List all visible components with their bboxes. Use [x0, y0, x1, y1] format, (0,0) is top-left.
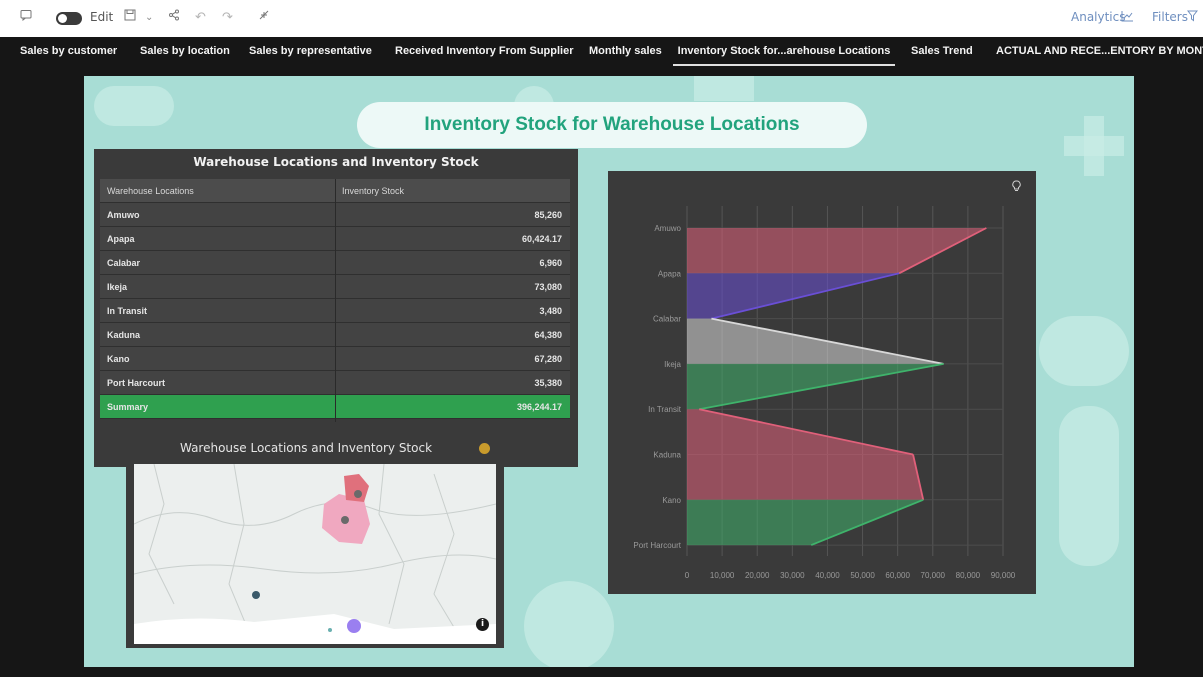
calabar-marker[interactable]	[328, 628, 332, 632]
stock-cell: 85,260	[534, 210, 562, 220]
hand-deco-icon	[1059, 406, 1119, 566]
capsule-deco-icon	[94, 86, 174, 126]
chart-areas	[687, 227, 987, 546]
y-tick-label: In Transit	[648, 405, 682, 414]
x-tick-label: 60,000	[885, 571, 910, 580]
x-tick-label: 40,000	[815, 571, 840, 580]
y-tick-label: Port Harcourt	[633, 541, 681, 550]
port-harcourt-marker[interactable]	[347, 619, 361, 633]
stock-cell: 67,280	[534, 354, 562, 364]
location-cell: Apapa	[107, 234, 135, 244]
redo-icon[interactable]: ↷	[222, 9, 233, 27]
x-tick-label: 70,000	[921, 571, 946, 580]
area-segment-kano[interactable]	[687, 499, 924, 546]
tab-actual-and-received[interactable]: ACTUAL AND RECE...ENTORY BY MONTH	[996, 37, 1203, 66]
table-title: Warehouse Locations and Inventory Stock	[193, 155, 479, 169]
stock-cell: 35,380	[534, 378, 562, 388]
location-cell: Ikeja	[107, 282, 128, 292]
chevron-down-icon[interactable]: ⌄	[145, 9, 153, 27]
x-tick-label: 50,000	[850, 571, 875, 580]
location-cell: Amuwo	[107, 210, 140, 220]
y-tick-label: Ikeja	[664, 360, 681, 369]
tab-inventory-stock[interactable]: Inventory Stock for...arehouse Locations	[673, 37, 895, 66]
y-axis-labels: Amuwo Apapa Calabar Ikeja In Transit Kaduna Ka…	[633, 224, 681, 550]
tab-sales-by-location[interactable]: Sales by location	[140, 37, 230, 66]
map-svg	[134, 464, 496, 644]
analytics-label[interactable]: Analytics	[1071, 10, 1126, 24]
location-cell: Calabar	[107, 258, 141, 268]
column-header-locations[interactable]: Warehouse Locations	[107, 179, 194, 203]
x-tick-label: 30,000	[780, 571, 805, 580]
tab-sales-by-representative[interactable]: Sales by representative	[249, 37, 372, 66]
undo-icon[interactable]: ↶	[195, 9, 206, 27]
plus-deco-icon	[1084, 116, 1104, 176]
tab-sales-trend[interactable]: Sales Trend	[911, 37, 973, 66]
top-toolbar: Edit ⌄ ↶ ↷ Analytics Filters	[0, 0, 1203, 37]
tab-bar: Sales by customer Sales by location Sale…	[0, 37, 1203, 66]
column-header-stock[interactable]: Inventory Stock	[342, 179, 404, 203]
x-axis-labels: 0 10,000 20,000 30,000 40,000 50,000 60,000 70,…	[685, 571, 1016, 580]
bottle-deco-icon	[694, 76, 754, 101]
stock-cell: 6,960	[539, 258, 562, 268]
filter-icon[interactable]	[1186, 10, 1199, 25]
tab-received-inventory[interactable]: Received Inventory From Supplier	[395, 37, 574, 66]
summary-label: Summary	[107, 402, 149, 412]
area-segment-kaduna[interactable]	[687, 454, 924, 500]
map-title: Warehouse Locations and Inventory Stock	[179, 441, 433, 455]
y-tick-label: Calabar	[653, 315, 681, 324]
x-tick-label: 90,000	[991, 571, 1016, 580]
info-icon[interactable]: i	[476, 618, 489, 631]
filters-label[interactable]: Filters	[1152, 10, 1188, 24]
cup-deco-icon	[1039, 316, 1129, 386]
stock-cell: 64,380	[534, 330, 562, 340]
analytics-icon[interactable]	[1121, 10, 1134, 25]
kaduna-marker[interactable]	[341, 516, 349, 524]
tab-sales-by-customer[interactable]: Sales by customer	[20, 37, 117, 66]
kano-region[interactable]	[344, 474, 369, 502]
summary-value: 396,244.17	[516, 402, 562, 412]
edit-toggle[interactable]	[56, 12, 82, 25]
inventory-stock-chart[interactable]: Amuwo Apapa Calabar Ikeja In Transit Kaduna Ka…	[608, 171, 1036, 594]
warning-icon[interactable]	[479, 443, 490, 454]
lagos-marker[interactable]	[252, 591, 260, 599]
stock-cell: 73,080	[534, 282, 562, 292]
save-icon[interactable]	[124, 9, 136, 27]
collapse-icon[interactable]	[258, 9, 270, 27]
y-tick-label: Kaduna	[653, 451, 681, 460]
x-tick-label: 80,000	[956, 571, 981, 580]
location-cell: Port Harcourt	[107, 378, 166, 388]
column-divider	[335, 179, 336, 422]
tab-monthly-sales[interactable]: Monthly sales	[589, 37, 662, 66]
stock-cell: 60,424.17	[521, 234, 562, 244]
location-cell: In Transit	[107, 306, 148, 316]
x-tick-label: 10,000	[710, 571, 735, 580]
kano-marker[interactable]	[354, 490, 362, 498]
x-tick-label: 20,000	[745, 571, 770, 580]
page-title: Inventory Stock for Warehouse Locations	[424, 114, 800, 135]
share-icon[interactable]	[168, 9, 180, 27]
comment-icon[interactable]	[20, 9, 32, 27]
x-tick-label: 0	[685, 571, 690, 580]
pill-deco-icon	[524, 581, 614, 667]
location-cell: Kano	[107, 354, 130, 364]
y-tick-label: Kano	[662, 496, 681, 505]
stock-cell: 3,480	[539, 306, 562, 316]
map-view[interactable]: i	[134, 464, 496, 644]
edit-label: Edit	[90, 10, 114, 24]
location-cell: Kaduna	[107, 330, 141, 340]
toggle-knob	[58, 14, 67, 23]
y-tick-label: Amuwo	[654, 224, 681, 233]
y-tick-label: Apapa	[658, 269, 682, 278]
